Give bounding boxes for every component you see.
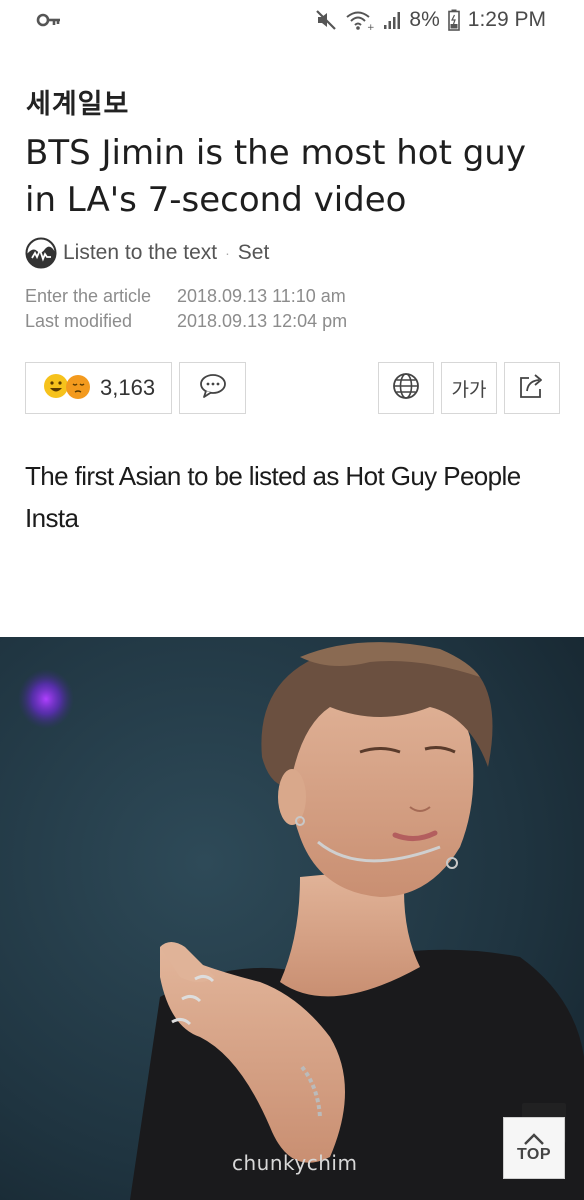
article-photo: chunkychim TOP — [0, 637, 584, 1200]
language-button[interactable] — [378, 362, 434, 414]
publisher-name: 세계일보 — [26, 89, 130, 120]
article-dates: Enter the article 2018.09.13 11:10 am Las… — [25, 284, 347, 334]
font-size-button[interactable]: 가가 — [441, 362, 497, 414]
battery-percent: 8% — [409, 8, 440, 31]
top-label: TOP — [516, 1146, 552, 1163]
chevron-up-icon — [522, 1132, 546, 1146]
article-page: + 8% 1:29 PM 세계일보 BTS Jimin is the most … — [0, 0, 584, 1200]
modified-label: Last modified — [25, 311, 133, 331]
entered-date-row: Enter the article 2018.09.13 11:10 am — [25, 284, 347, 309]
article-headline: BTS Jimin is the most hot guy in LA's 7-… — [25, 133, 526, 220]
modified-value: 2018.09.13 12:04 pm — [177, 311, 348, 331]
clock: 1:29 PM — [467, 8, 546, 31]
svg-text:+: + — [367, 23, 375, 31]
status-icons: + 8% 1:29 PM — [315, 7, 546, 33]
reaction-count: 3,163 — [100, 375, 156, 400]
tts-row: Listen to the text · Set — [25, 236, 269, 270]
share-button[interactable] — [504, 362, 560, 414]
share-icon — [518, 372, 546, 405]
reaction-emoji-icon — [40, 371, 94, 406]
comment-icon — [199, 373, 227, 404]
globe-icon — [392, 372, 420, 405]
listen-icon[interactable] — [25, 237, 57, 269]
photo-watermark: chunkychim — [232, 1151, 358, 1175]
entered-label: Enter the article — [25, 286, 152, 306]
key-icon — [36, 10, 62, 35]
reaction-button[interactable]: 3,163 — [25, 362, 172, 414]
wifi-icon: + — [345, 9, 375, 31]
comment-button[interactable] — [179, 362, 246, 414]
mute-icon — [315, 9, 337, 31]
article-body-text: The first Asian to be listed as Hot Guy … — [25, 461, 521, 533]
modified-date-row: Last modified 2018.09.13 12:04 pm — [25, 309, 347, 334]
signal-icon — [383, 10, 401, 30]
scroll-top-button[interactable]: TOP — [503, 1117, 565, 1179]
listen-link[interactable]: Listen to the text — [63, 241, 217, 265]
font-size-label: 가가 — [451, 378, 487, 401]
tts-settings-link[interactable]: Set — [238, 241, 270, 265]
entered-value: 2018.09.13 11:10 am — [177, 286, 346, 306]
battery-icon — [447, 9, 460, 31]
separator-dot: · — [225, 245, 230, 261]
status-bar: + 8% 1:29 PM — [0, 0, 584, 40]
